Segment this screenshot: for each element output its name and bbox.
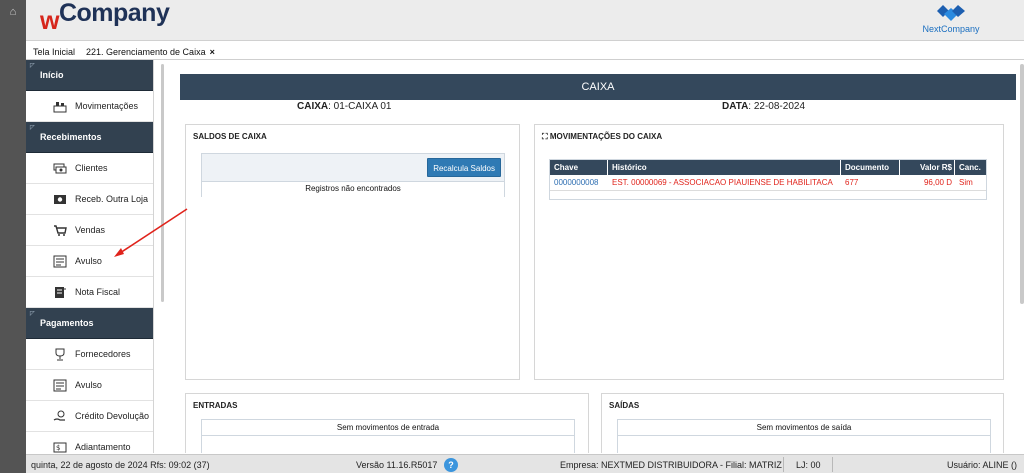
help-icon[interactable]: ? [444,458,458,472]
status-empresa: Empresa: NEXTMED DISTRIBUIDORA - Filial:… [560,460,782,470]
column-chave[interactable]: Chave [554,160,578,175]
status-user: Usuário: ALINE () [947,460,1018,470]
expand-icon[interactable]: ⛶ [542,132,548,141]
table-header: Chave Histórico Documento Valor R$ Canc. [550,160,986,175]
sidebar-item-movimentacoes[interactable]: Movimentações [26,91,153,122]
sidebar-section-pagamentos[interactable]: ◸ Pagamentos [26,308,153,339]
building-icon [53,102,67,113]
sidebar-section-inicio[interactable]: ◸ Início [26,60,153,91]
sidebar-item-fornecedores[interactable]: Fornecedores [26,339,153,370]
recalcula-saldos-button[interactable]: Recalcula Saldos [427,158,501,177]
sidebar-item-nota-fiscal[interactable]: Nota Fiscal [26,277,153,308]
receipt-icon [53,255,67,268]
money-bill-icon [54,195,66,204]
close-tab-icon[interactable]: × [210,47,215,57]
sidebar-scrollbar[interactable] [161,64,164,302]
saldos-title: SALDOS DE CAIXA [193,132,267,141]
receipt-icon [53,379,67,392]
company-logo: w Company [40,0,170,36]
nextcompany-logo: NextCompany [921,4,981,38]
caixa-title-bar: CAIXA [180,74,1016,100]
coin-hand-icon [53,410,65,421]
sidebar-item-vendas[interactable]: Vendas [26,215,153,246]
data-info: DATA: 22-08-2024 [722,101,806,112]
entradas-title: ENTRADAS [193,401,238,410]
sidebar: ◸ Início Movimentações ◸ Recebimentos Clie… [26,60,154,453]
column-canc[interactable]: Canc. [955,160,981,175]
entradas-grid: Sem movimentos de entrada [201,419,575,453]
home-icon[interactable]: ⌂ [6,6,20,18]
cart-icon [54,225,67,236]
column-valor[interactable]: Valor R$ [900,160,952,175]
saldos-panel: SALDOS DE CAIXA Recalcula Saldos Registr… [185,124,520,380]
sidebar-item-credito-devolucao[interactable]: Crédito Devolução [26,401,153,432]
status-version: Versão 11.16.R5017 [356,460,438,470]
status-date: quinta, 22 de agosto de 2024 Rfs: 09:02 … [31,460,210,470]
status-lj: LJ: 00 [796,460,821,470]
saidas-empty-message: Sem movimentos de saída [618,420,990,436]
sidebar-section-recebimentos[interactable]: ◸ Recebimentos [26,122,153,153]
entradas-panel: ENTRADAS Sem movimentos de entrada [185,393,589,453]
sidebar-item-adiantamento[interactable]: $ Adiantamento [26,432,153,453]
table-row[interactable]: 0000000008 EST. 00000069 - ASSOCIACAO PI… [550,175,986,191]
sidebar-item-avulso-pag[interactable]: Avulso [26,370,153,401]
nextcompany-diamond-icon [937,5,965,21]
trophy-icon [55,348,65,361]
tab-gerenciamento-caixa[interactable]: 221. Gerenciamento de Caixa × [86,46,215,58]
app-header: w Company NextCompany [26,0,1024,41]
saidas-grid: Sem movimentos de saída [617,419,991,453]
saldos-empty-message: Registros não encontrados [202,181,504,197]
left-rail: ⌂ [0,0,26,473]
sidebar-item-clientes[interactable]: Clientes [26,153,153,184]
saidas-title: SAÍDAS [609,401,640,410]
movimentacoes-title: ⛶ MOVIMENTAÇÕES DO CAIXA [542,132,663,141]
saldos-grid: Recalcula Saldos Registros não encontrad… [201,153,505,197]
cell-chave[interactable]: 0000000008 [554,175,599,191]
cash-icon [53,163,67,174]
main-scrollbar[interactable] [1020,64,1024,304]
svg-text:$: $ [56,444,60,452]
cell-canc: Sim [959,178,973,187]
tab-strip: Tela Inicial 221. Gerenciamento de Caixa… [26,44,1024,60]
movimentacoes-panel: ⛶ MOVIMENTAÇÕES DO CAIXA Chave Histórico… [534,124,1004,380]
column-historico[interactable]: Histórico [608,160,647,175]
column-documento[interactable]: Documento [841,160,889,175]
movimentacoes-table: Chave Histórico Documento Valor R$ Canc.… [549,159,987,200]
advance-icon: $ [53,442,67,453]
caixa-info: CAIXA: 01-CAIXA 01 [297,101,392,112]
cell-valor: 96,00 D [923,178,952,187]
sidebar-item-avulso-receb[interactable]: Avulso [26,246,153,277]
document-icon [55,287,66,298]
cell-historico: EST. 00000069 - ASSOCIACAO PIAUIENSE DE … [612,178,833,187]
status-bar: quinta, 22 de agosto de 2024 Rfs: 09:02 … [26,454,1024,473]
cell-documento: 677 [845,178,859,187]
sidebar-item-receb-outra-loja[interactable]: Receb. Outra Loja [26,184,153,215]
main-content: CAIXA CAIXA: 01-CAIXA 01 DATA: 22-08-202… [166,60,1024,453]
entradas-empty-message: Sem movimentos de entrada [202,420,574,436]
saidas-panel: SAÍDAS Sem movimentos de saída [601,393,1004,453]
tab-tela-inicial[interactable]: Tela Inicial [33,46,75,58]
